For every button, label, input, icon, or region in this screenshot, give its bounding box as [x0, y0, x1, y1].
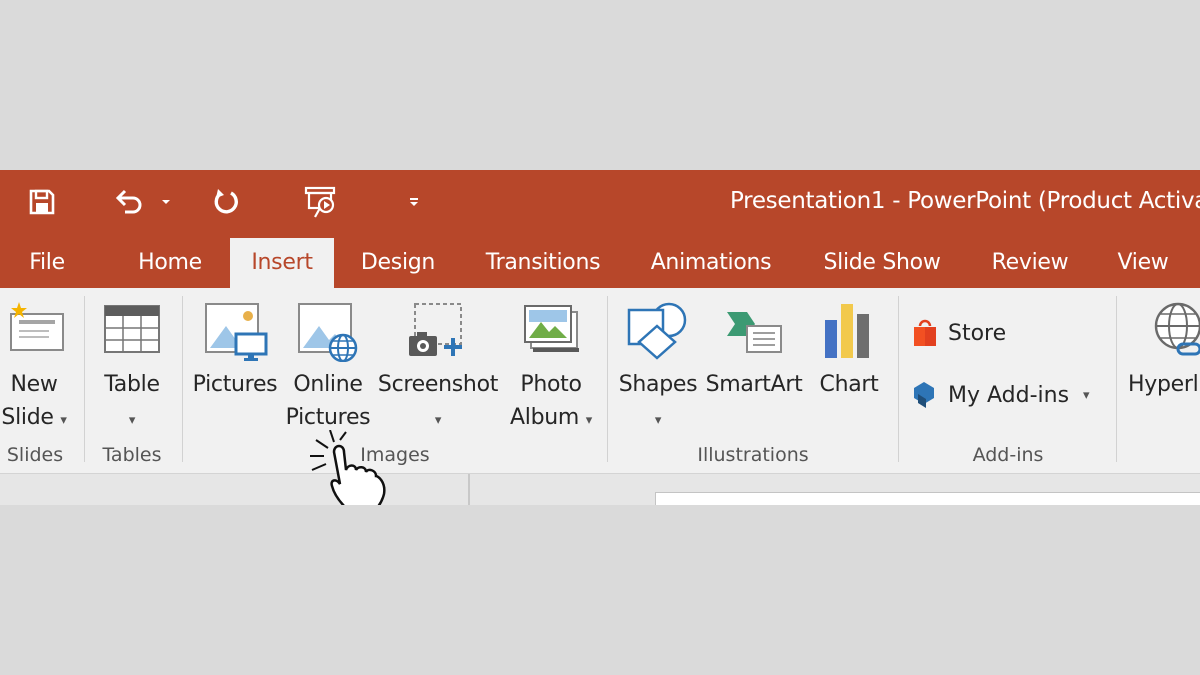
screenshot-label: Screenshot ▾: [377, 372, 499, 428]
smartart-label: SmartArt: [705, 372, 803, 397]
undo-dropdown-button[interactable]: [156, 184, 176, 220]
title-bar: Presentation1 - PowerPoint (Product Acti…: [0, 170, 1200, 238]
my-addins-label: My Add-ins: [948, 382, 1070, 408]
smartart-button[interactable]: SmartArt: [702, 288, 806, 438]
group-divider: [1116, 296, 1117, 462]
online-pictures-icon: [298, 303, 358, 362]
group-divider: [84, 296, 85, 462]
group-label-illustrations: Illustrations: [697, 444, 809, 466]
undo-button[interactable]: [110, 184, 150, 220]
store-label: Store: [948, 320, 1007, 346]
chevron-down-icon: [162, 200, 170, 204]
undo-icon: [115, 189, 142, 214]
chevron-down-icon: ▾: [585, 413, 593, 428]
pictures-button[interactable]: Pictures: [188, 288, 282, 438]
pane-splitter[interactable]: [468, 474, 470, 505]
shapes-label: Shapes ▾: [618, 372, 698, 428]
online-pictures-button[interactable]: Online Pictures: [284, 288, 372, 438]
screenshot-button[interactable]: Screenshot ▾: [376, 288, 500, 438]
screenshot-icon: [409, 303, 462, 356]
tab-animations[interactable]: Animations: [638, 238, 784, 288]
group-divider: [607, 296, 608, 462]
new-slide-icon: [10, 302, 64, 351]
tab-file[interactable]: File: [12, 238, 82, 288]
tab-view[interactable]: View: [1106, 238, 1180, 288]
chevron-down-icon: ▾: [60, 413, 67, 428]
window-title: Presentation1 - PowerPoint (Product Acti…: [730, 188, 1200, 214]
store-icon: [914, 319, 936, 346]
hyperlink-button[interactable]: Hyperl: [1126, 288, 1200, 438]
save-icon: [29, 189, 55, 215]
store-button[interactable]: Store: [910, 316, 1100, 350]
chevron-down-icon: ▾: [434, 413, 442, 428]
table-icon: [104, 305, 160, 353]
smartart-icon: [727, 312, 782, 353]
hyperlink-icon: [1154, 302, 1200, 356]
shapes-icon: [627, 302, 687, 360]
my-addins-button[interactable]: My Add-ins ▾: [910, 378, 1110, 412]
online-pictures-label: Online Pictures: [285, 372, 371, 430]
start-from-beginning-button[interactable]: [298, 184, 344, 220]
table-label: Table ▾: [104, 372, 160, 428]
photo-album-icon: [524, 305, 579, 352]
tab-review[interactable]: Review: [980, 238, 1080, 288]
pictures-icon: [205, 303, 268, 361]
present-from-beginning-icon: [304, 186, 336, 218]
redo-icon: [214, 189, 238, 214]
chart-label: Chart: [819, 372, 879, 397]
group-divider: [898, 296, 899, 462]
new-slide-button[interactable]: New Slide ▾: [0, 288, 76, 438]
tab-design[interactable]: Design: [348, 238, 448, 288]
powerpoint-window: Presentation1 - PowerPoint (Product Acti…: [0, 170, 1200, 505]
workspace: [0, 474, 1200, 505]
pointing-hand-icon: [310, 430, 386, 505]
customize-qat-icon: [410, 198, 418, 206]
tab-home[interactable]: Home: [126, 238, 214, 288]
save-button[interactable]: [24, 184, 60, 220]
group-label-tables: Tables: [102, 444, 162, 466]
group-label-slides: Slides: [6, 444, 64, 466]
customize-qat-button[interactable]: [402, 184, 426, 220]
table-button[interactable]: Table ▾: [90, 288, 174, 438]
ribbon-insert-panel: New Slide ▾ Slides Table ▾ Tables Pictur…: [0, 288, 1200, 474]
chevron-down-icon: ▾: [1083, 387, 1090, 403]
new-slide-label: New Slide ▾: [1, 372, 67, 430]
chart-button[interactable]: Chart: [808, 288, 890, 438]
chevron-down-icon: ▾: [128, 413, 136, 428]
chevron-down-icon: ▾: [654, 413, 662, 428]
group-divider: [182, 296, 183, 462]
slide-canvas[interactable]: [655, 492, 1200, 505]
redo-button[interactable]: [206, 184, 246, 220]
pictures-label: Pictures: [192, 372, 278, 397]
chart-icon: [825, 304, 869, 358]
photo-album-button[interactable]: Photo Album ▾: [502, 288, 600, 438]
tab-insert[interactable]: Insert: [230, 238, 334, 288]
tab-slide-show[interactable]: Slide Show: [812, 238, 952, 288]
shapes-button[interactable]: Shapes ▾: [614, 288, 702, 438]
hyperlink-label: Hyperl: [1128, 372, 1199, 397]
photo-album-label: Photo Album ▾: [510, 372, 593, 430]
addins-icon: [914, 382, 934, 408]
ribbon-tabs: File Home Insert Design Transitions Anim…: [0, 238, 1200, 288]
tab-transitions[interactable]: Transitions: [476, 238, 610, 288]
group-label-addins: Add-ins: [972, 444, 1044, 466]
